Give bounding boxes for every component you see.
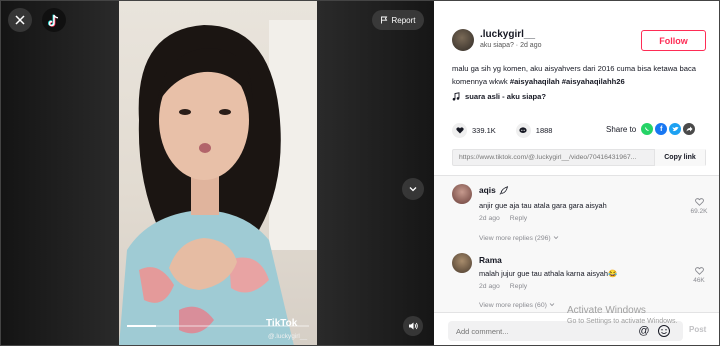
chevron-down-icon (549, 303, 555, 307)
view-more-replies[interactable]: View more replies (296) (479, 235, 559, 242)
like-button[interactable] (452, 122, 467, 138)
video-progress-fill (127, 325, 157, 327)
video-still-image (119, 20, 317, 346)
video-frame[interactable] (119, 0, 317, 346)
video-link-box: https://www.tiktok.com/@.luckygirl__/vid… (452, 149, 706, 166)
mention-button[interactable]: @ (637, 324, 651, 338)
watermark-username: @.luckygirl__ (268, 333, 308, 340)
music-link[interactable]: suara asli - aku siapa? (452, 92, 546, 101)
whatsapp-share-button[interactable] (641, 123, 654, 135)
heart-outline-icon (694, 198, 704, 206)
close-button[interactable] (8, 8, 32, 32)
share-row: Share to f (606, 121, 696, 137)
comment-button[interactable] (515, 122, 531, 138)
activate-windows-subtitle: Go to Settings to activate Windows. (567, 318, 678, 325)
comment-icon (519, 126, 527, 133)
comment-text: malah jujur gue tau athala karna aisyah😂 (479, 269, 618, 278)
reply-button[interactable]: Reply (510, 215, 527, 222)
facebook-icon: f (660, 125, 663, 133)
video-info-panel: .luckygirl__ aku siapa? · 2d ago Follow … (434, 0, 720, 346)
whatsapp-icon (645, 127, 649, 131)
author-username[interactable]: .luckygirl__ (480, 29, 535, 40)
at-icon: @ (638, 325, 650, 337)
speaker-icon (408, 322, 418, 330)
like-count: 339.1K (472, 125, 496, 135)
video-backdrop-left (0, 0, 119, 346)
sound-toggle-button[interactable] (403, 316, 423, 336)
share-label: Share to (606, 124, 637, 134)
author-subtitle: aku siapa? · 2d ago (480, 42, 542, 49)
heart-outline-icon (694, 267, 704, 275)
commenter-avatar[interactable] (452, 253, 472, 273)
share-arrow-icon (686, 126, 693, 132)
more-share-button[interactable] (683, 123, 696, 135)
tiktok-watermark: TikTok (266, 318, 298, 329)
comment-time: 2d ago (479, 215, 500, 222)
facebook-share-button[interactable]: f (655, 123, 668, 135)
comment-text: anjir gue aja tau atala gara gara aisyah (479, 201, 607, 210)
music-note-icon (452, 92, 460, 101)
next-video-button[interactable] (402, 178, 424, 200)
tiktok-logo[interactable] (42, 8, 66, 32)
comment-like-button[interactable]: 46K (686, 267, 712, 284)
comment-meta: 2d ago Reply (479, 283, 527, 290)
follow-button[interactable]: Follow (641, 30, 706, 51)
emoji-button[interactable] (657, 324, 671, 338)
comment-like-count: 46K (693, 277, 705, 284)
chevron-down-icon (409, 187, 417, 192)
chevron-down-icon (553, 236, 558, 240)
comment-like-button[interactable]: 69.2K (686, 198, 712, 215)
twitter-share-button[interactable] (669, 123, 682, 135)
commenter-avatar[interactable] (452, 184, 472, 204)
author-avatar[interactable] (452, 29, 474, 51)
hashtag-link[interactable]: #aisyahaqilahh26 (562, 77, 625, 86)
hashtag-link[interactable]: #aisyahaqilah (510, 77, 560, 86)
emoji-icon (658, 325, 670, 337)
comment-time: 2d ago (479, 283, 500, 290)
video-player[interactable]: Report TikTok @.luckygirl__ (0, 0, 434, 346)
comment-like-count: 69.2K (690, 208, 708, 215)
heart-icon (455, 126, 464, 133)
comment-meta: 2d ago Reply (479, 215, 527, 222)
flag-icon (381, 16, 388, 24)
music-title: suara asli - aku siapa? (465, 92, 547, 101)
commenter-name[interactable]: aqis (479, 185, 509, 195)
engagement-stats: 339.1K 1888 (452, 121, 552, 139)
copy-link-button[interactable]: Copy link (654, 149, 705, 166)
twitter-icon (672, 126, 679, 132)
activate-windows-title: Activate Windows (567, 305, 646, 316)
comment-count: 1888 (535, 125, 553, 135)
view-more-replies[interactable]: View more replies (60) (479, 302, 555, 309)
post-comment-button[interactable]: Post (689, 325, 706, 334)
close-icon (15, 15, 25, 25)
tiktok-logo-icon (48, 14, 59, 27)
reply-button[interactable]: Reply (510, 283, 527, 290)
video-link-url[interactable]: https://www.tiktok.com/@.luckygirl__/vid… (459, 154, 654, 161)
video-backdrop-right (317, 0, 434, 346)
rocket-emoji-icon (499, 185, 508, 195)
report-label: Report (391, 15, 416, 25)
comments-list[interactable]: aqis anjir gue aja tau atala gara gara a… (434, 176, 720, 312)
commenter-name[interactable]: Rama (479, 255, 502, 265)
report-button[interactable]: Report (372, 10, 424, 30)
video-caption: malu ga sih yg komen, aku aisyahvers dar… (452, 62, 702, 88)
